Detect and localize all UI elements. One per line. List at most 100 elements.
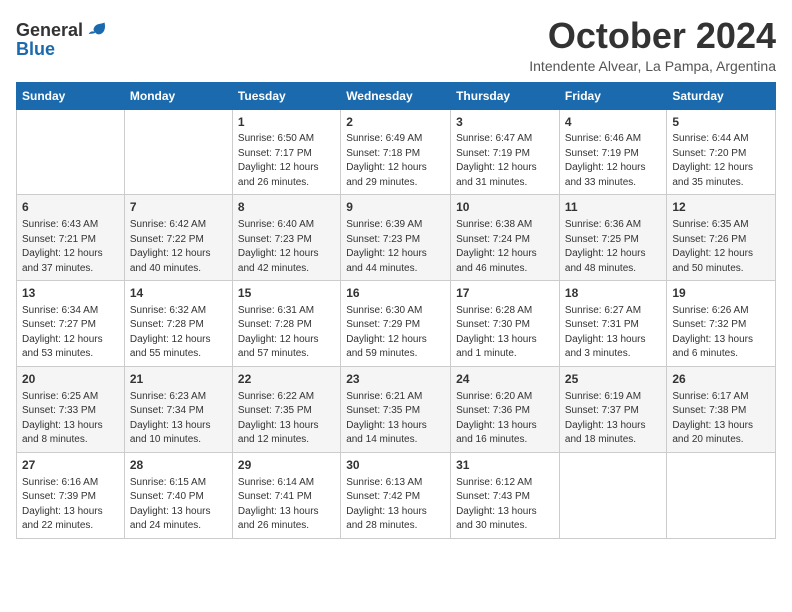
- day-number: 5: [672, 114, 770, 131]
- day-content: Sunrise: 6:16 AM Sunset: 7:39 PM Dayligh…: [22, 476, 119, 534]
- day-number: 23: [346, 371, 445, 388]
- day-number: 8: [238, 199, 335, 216]
- day-content: Sunrise: 6:14 AM Sunset: 7:41 PM Dayligh…: [238, 476, 335, 534]
- day-number: 27: [22, 457, 119, 474]
- day-content: Sunrise: 6:28 AM Sunset: 7:30 PM Dayligh…: [456, 304, 554, 362]
- calendar-cell: 19 Sunrise: 6:26 AM Sunset: 7:32 PM Dayli…: [667, 281, 776, 367]
- day-content: Sunrise: 6:46 AM Sunset: 7:19 PM Dayligh…: [565, 132, 661, 190]
- calendar-cell: 27 Sunrise: 6:16 AM Sunset: 7:39 PM Dayli…: [17, 452, 125, 538]
- week-row-2: 6 Sunrise: 6:43 AM Sunset: 7:21 PM Daylig…: [17, 195, 776, 281]
- day-content: Sunrise: 6:19 AM Sunset: 7:37 PM Dayligh…: [565, 390, 661, 448]
- calendar-cell: 31 Sunrise: 6:12 AM Sunset: 7:43 PM Dayli…: [451, 452, 560, 538]
- day-content: Sunrise: 6:12 AM Sunset: 7:43 PM Dayligh…: [456, 476, 554, 534]
- day-content: Sunrise: 6:49 AM Sunset: 7:18 PM Dayligh…: [346, 132, 445, 190]
- header-monday: Monday: [124, 82, 232, 109]
- calendar-cell: 26Sunrise: 6:17 AM Sunset: 7:38 PM Dayli…: [667, 366, 776, 452]
- day-number: 3: [456, 114, 554, 131]
- day-number: 11: [565, 199, 661, 216]
- week-row-5: 27 Sunrise: 6:16 AM Sunset: 7:39 PM Dayli…: [17, 452, 776, 538]
- week-row-4: 20 Sunrise: 6:25 AM Sunset: 7:33 PM Dayli…: [17, 366, 776, 452]
- day-number: 19: [672, 285, 770, 302]
- day-content: Sunrise: 6:27 AM Sunset: 7:31 PM Dayligh…: [565, 304, 661, 362]
- calendar-cell: 15 Sunrise: 6:31 AM Sunset: 7:28 PM Dayli…: [232, 281, 340, 367]
- header-tuesday: Tuesday: [232, 82, 340, 109]
- header-saturday: Saturday: [667, 82, 776, 109]
- calendar-cell: 1Sunrise: 6:50 AM Sunset: 7:17 PM Daylig…: [232, 109, 340, 195]
- day-content: Sunrise: 6:35 AM Sunset: 7:26 PM Dayligh…: [672, 218, 770, 276]
- calendar-cell: 20 Sunrise: 6:25 AM Sunset: 7:33 PM Dayli…: [17, 366, 125, 452]
- subtitle: Intendente Alvear, La Pampa, Argentina: [529, 58, 776, 74]
- day-content: Sunrise: 6:38 AM Sunset: 7:24 PM Dayligh…: [456, 218, 554, 276]
- day-content: Sunrise: 6:26 AM Sunset: 7:32 PM Dayligh…: [672, 304, 770, 362]
- day-content: Sunrise: 6:17 AM Sunset: 7:38 PM Dayligh…: [672, 390, 770, 448]
- header-wednesday: Wednesday: [341, 82, 451, 109]
- calendar-cell: 25Sunrise: 6:19 AM Sunset: 7:37 PM Dayli…: [559, 366, 666, 452]
- day-number: 9: [346, 199, 445, 216]
- day-number: 16: [346, 285, 445, 302]
- day-content: Sunrise: 6:15 AM Sunset: 7:40 PM Dayligh…: [130, 476, 227, 534]
- logo-blue-text: Blue: [16, 40, 55, 58]
- day-number: 21: [130, 371, 227, 388]
- day-number: 28: [130, 457, 227, 474]
- day-content: Sunrise: 6:42 AM Sunset: 7:22 PM Dayligh…: [130, 218, 227, 276]
- calendar-cell: 5Sunrise: 6:44 AM Sunset: 7:20 PM Daylig…: [667, 109, 776, 195]
- calendar-cell: 9 Sunrise: 6:39 AM Sunset: 7:23 PM Daylig…: [341, 195, 451, 281]
- day-content: Sunrise: 6:30 AM Sunset: 7:29 PM Dayligh…: [346, 304, 445, 362]
- calendar-body: 1Sunrise: 6:50 AM Sunset: 7:17 PM Daylig…: [17, 109, 776, 538]
- title-block: October 2024 Intendente Alvear, La Pampa…: [529, 16, 776, 74]
- calendar-cell: 24Sunrise: 6:20 AM Sunset: 7:36 PM Dayli…: [451, 366, 560, 452]
- day-content: Sunrise: 6:23 AM Sunset: 7:34 PM Dayligh…: [130, 390, 227, 448]
- calendar-cell: 17 Sunrise: 6:28 AM Sunset: 7:30 PM Dayli…: [451, 281, 560, 367]
- header-sunday: Sunday: [17, 82, 125, 109]
- day-number: 6: [22, 199, 119, 216]
- week-row-1: 1Sunrise: 6:50 AM Sunset: 7:17 PM Daylig…: [17, 109, 776, 195]
- day-number: 14: [130, 285, 227, 302]
- calendar-cell: 11 Sunrise: 6:36 AM Sunset: 7:25 PM Dayli…: [559, 195, 666, 281]
- calendar-cell: 2Sunrise: 6:49 AM Sunset: 7:18 PM Daylig…: [341, 109, 451, 195]
- day-content: Sunrise: 6:25 AM Sunset: 7:33 PM Dayligh…: [22, 390, 119, 448]
- day-content: Sunrise: 6:22 AM Sunset: 7:35 PM Dayligh…: [238, 390, 335, 448]
- calendar-cell: 12 Sunrise: 6:35 AM Sunset: 7:26 PM Dayli…: [667, 195, 776, 281]
- page-header: General Blue October 2024 Intendente Alv…: [16, 16, 776, 74]
- day-number: 15: [238, 285, 335, 302]
- calendar-cell: 28 Sunrise: 6:15 AM Sunset: 7:40 PM Dayli…: [124, 452, 232, 538]
- day-number: 22: [238, 371, 335, 388]
- day-number: 10: [456, 199, 554, 216]
- calendar-cell: 13Sunrise: 6:34 AM Sunset: 7:27 PM Dayli…: [17, 281, 125, 367]
- day-number: 12: [672, 199, 770, 216]
- day-content: Sunrise: 6:40 AM Sunset: 7:23 PM Dayligh…: [238, 218, 335, 276]
- calendar-cell: 30Sunrise: 6:13 AM Sunset: 7:42 PM Dayli…: [341, 452, 451, 538]
- day-number: 18: [565, 285, 661, 302]
- calendar-cell: 18 Sunrise: 6:27 AM Sunset: 7:31 PM Dayli…: [559, 281, 666, 367]
- day-content: Sunrise: 6:50 AM Sunset: 7:17 PM Dayligh…: [238, 132, 335, 190]
- calendar-cell: 7 Sunrise: 6:42 AM Sunset: 7:22 PM Daylig…: [124, 195, 232, 281]
- day-number: 2: [346, 114, 445, 131]
- day-content: Sunrise: 6:44 AM Sunset: 7:20 PM Dayligh…: [672, 132, 770, 190]
- day-content: Sunrise: 6:47 AM Sunset: 7:19 PM Dayligh…: [456, 132, 554, 190]
- month-title: October 2024: [529, 16, 776, 56]
- day-content: Sunrise: 6:43 AM Sunset: 7:21 PM Dayligh…: [22, 218, 119, 276]
- calendar-cell: [17, 109, 125, 195]
- calendar-cell: 8 Sunrise: 6:40 AM Sunset: 7:23 PM Daylig…: [232, 195, 340, 281]
- day-number: 7: [130, 199, 227, 216]
- day-number: 20: [22, 371, 119, 388]
- calendar-cell: [559, 452, 666, 538]
- header-row: SundayMondayTuesdayWednesdayThursdayFrid…: [17, 82, 776, 109]
- header-thursday: Thursday: [451, 82, 560, 109]
- day-content: Sunrise: 6:36 AM Sunset: 7:25 PM Dayligh…: [565, 218, 661, 276]
- day-number: 31: [456, 457, 554, 474]
- day-content: Sunrise: 6:39 AM Sunset: 7:23 PM Dayligh…: [346, 218, 445, 276]
- calendar-cell: 21 Sunrise: 6:23 AM Sunset: 7:34 PM Dayli…: [124, 366, 232, 452]
- day-number: 13: [22, 285, 119, 302]
- logo-general-text: General: [16, 21, 83, 39]
- calendar-cell: [667, 452, 776, 538]
- calendar-cell: 23Sunrise: 6:21 AM Sunset: 7:35 PM Dayli…: [341, 366, 451, 452]
- calendar-cell: 29Sunrise: 6:14 AM Sunset: 7:41 PM Dayli…: [232, 452, 340, 538]
- calendar-cell: 10 Sunrise: 6:38 AM Sunset: 7:24 PM Dayli…: [451, 195, 560, 281]
- header-friday: Friday: [559, 82, 666, 109]
- calendar-table: SundayMondayTuesdayWednesdayThursdayFrid…: [16, 82, 776, 539]
- day-content: Sunrise: 6:20 AM Sunset: 7:36 PM Dayligh…: [456, 390, 554, 448]
- calendar-cell: 16 Sunrise: 6:30 AM Sunset: 7:29 PM Dayli…: [341, 281, 451, 367]
- day-content: Sunrise: 6:31 AM Sunset: 7:28 PM Dayligh…: [238, 304, 335, 362]
- day-number: 17: [456, 285, 554, 302]
